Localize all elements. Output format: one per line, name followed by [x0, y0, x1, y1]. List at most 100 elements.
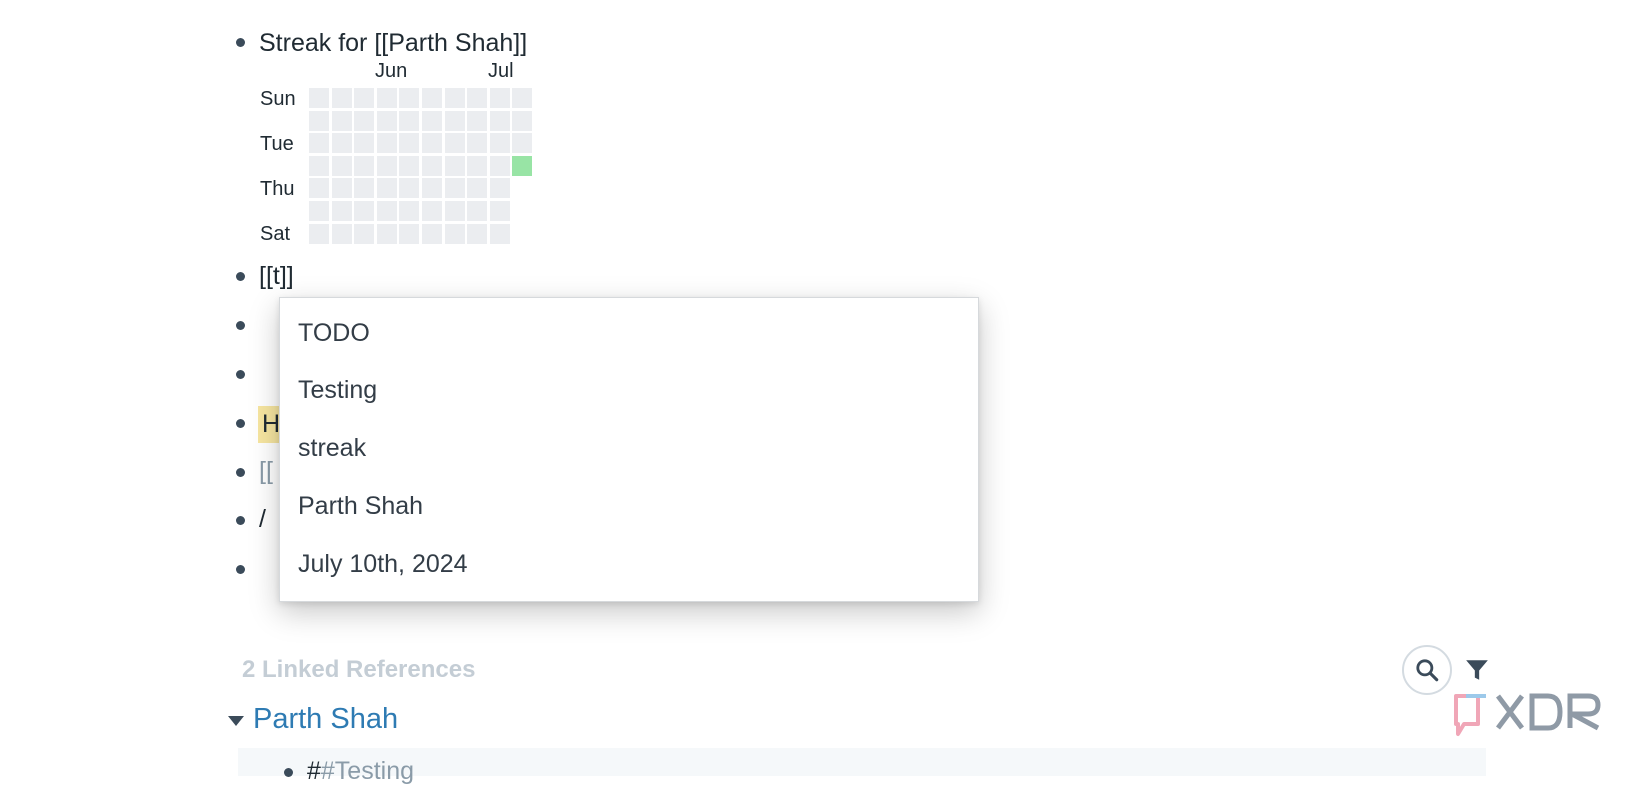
tag-testing[interactable]: #Testing: [321, 757, 414, 785]
streak-day-cell: [399, 201, 420, 221]
streak-day-cell: [489, 155, 510, 176]
streak-day-cell: [422, 178, 442, 199]
streak-day-cell: [331, 110, 352, 131]
streak-day-cell: [376, 178, 397, 199]
hash-prefix: #: [307, 757, 321, 785]
streak-day-cell: [354, 178, 375, 199]
caret-down-icon[interactable]: [228, 716, 244, 726]
day-label-sun: Sun: [260, 88, 296, 110]
streak-day-cell: [422, 133, 442, 154]
block-bullet[interactable]: [236, 468, 245, 477]
month-label-jun: Jun: [375, 60, 408, 82]
streak-day-cell: [309, 110, 329, 131]
streak-day-cell: [444, 110, 465, 131]
streak-day-cell: [444, 178, 465, 199]
autocomplete-item-testing[interactable]: Testing: [298, 375, 377, 405]
streak-day-cell: [467, 88, 488, 108]
streak-day-cell: [512, 133, 533, 154]
filter-references-button[interactable]: [1464, 657, 1490, 688]
streak-day-cell: [512, 88, 533, 108]
streak-day-cell: [467, 201, 488, 221]
streak-day-cell: [354, 110, 375, 131]
reference-block: [238, 748, 1486, 776]
streak-day-cell: [399, 110, 420, 131]
block-bullet[interactable]: [236, 516, 245, 525]
autocomplete-item-streak[interactable]: streak: [298, 433, 366, 463]
streak-day-cell: [354, 201, 375, 221]
streak-day-cell: [354, 88, 375, 108]
streak-day-cell: [309, 88, 329, 108]
streak-day-cell: [309, 133, 329, 154]
streak-day-cell: [489, 110, 510, 131]
day-label-sat: Sat: [260, 223, 291, 245]
streak-day-cell: [376, 155, 397, 176]
streak-day-cell: [467, 155, 488, 176]
streak-day-cell: [489, 88, 510, 108]
autocomplete-item-date[interactable]: July 10th, 2024: [298, 549, 468, 579]
xdr-logo: [1454, 693, 1601, 736]
autocomplete-item-parth-shah[interactable]: Parth Shah: [298, 491, 423, 521]
streak-day-cell: [512, 155, 533, 176]
streak-day-cell: [399, 223, 420, 244]
streak-day-cell: [512, 110, 533, 131]
streak-day-cell: [467, 110, 488, 131]
streak-day-cell: [354, 155, 375, 176]
reference-page-title[interactable]: Parth Shah: [253, 703, 398, 736]
streak-day-cell: [331, 133, 352, 154]
block-bullet[interactable]: [236, 38, 245, 47]
streak-day-cell: [331, 155, 352, 176]
streak-day-cell: [444, 223, 465, 244]
block-bullet[interactable]: [236, 321, 245, 330]
linked-references-header[interactable]: 2 Linked References: [242, 656, 475, 684]
streak-title[interactable]: Streak for [[Parth Shah]]: [259, 28, 527, 58]
streak-day-cell: [354, 223, 375, 244]
streak-day-cell: [354, 133, 375, 154]
streak-day-cell: [376, 110, 397, 131]
month-label-jul: Jul: [488, 60, 514, 82]
page-link-t[interactable]: [[t]]: [259, 261, 294, 291]
streak-day-cell: [331, 178, 352, 199]
bracket-link-partial[interactable]: [[: [259, 456, 273, 486]
streak-day-cell: [376, 223, 397, 244]
streak-day-cell: [309, 178, 329, 199]
editing-block-slash[interactable]: /: [259, 504, 266, 534]
streak-day-cell: [467, 133, 488, 154]
streak-day-cell: [467, 178, 488, 199]
streak-day-cell: [422, 223, 442, 244]
block-bullet[interactable]: [236, 272, 245, 281]
streak-day-cell: [399, 88, 420, 108]
streak-day-cell: [331, 88, 352, 108]
streak-day-cell: [376, 133, 397, 154]
autocomplete-popup: TODO Testing streak Parth Shah July 10th…: [279, 297, 979, 602]
streak-day-cell: [422, 88, 442, 108]
streak-day-cell: [376, 88, 397, 108]
reference-block-text[interactable]: ##Testing: [307, 756, 414, 786]
streak-day-cell: [467, 223, 488, 244]
streak-day-cell: [309, 201, 329, 221]
streak-day-cell: [489, 178, 510, 199]
streak-day-cell: [444, 155, 465, 176]
streak-day-cell: [444, 133, 465, 154]
streak-day-cell: [376, 201, 397, 221]
streak-day-cell: [489, 133, 510, 154]
streak-day-cell: [399, 178, 420, 199]
block-bullet[interactable]: [236, 565, 245, 574]
streak-day-cell: [444, 201, 465, 221]
block-bullet[interactable]: [236, 370, 245, 379]
streak-day-cell: [489, 201, 510, 221]
day-label-thu: Thu: [260, 178, 295, 200]
streak-day-cell: [444, 88, 465, 108]
streak-day-cell: [422, 201, 442, 221]
streak-day-cell: [422, 110, 442, 131]
filter-icon: [1466, 660, 1488, 680]
search-icon: [1416, 659, 1439, 682]
block-bullet[interactable]: [236, 419, 245, 428]
autocomplete-item-todo[interactable]: TODO: [298, 318, 370, 348]
streak-day-cell: [331, 223, 352, 244]
streak-day-cell: [309, 223, 329, 244]
streak-day-cell: [309, 155, 329, 176]
search-references-button[interactable]: [1402, 645, 1452, 695]
streak-day-cell: [399, 133, 420, 154]
streak-day-cell: [422, 155, 442, 176]
streak-day-cell: [489, 223, 510, 244]
